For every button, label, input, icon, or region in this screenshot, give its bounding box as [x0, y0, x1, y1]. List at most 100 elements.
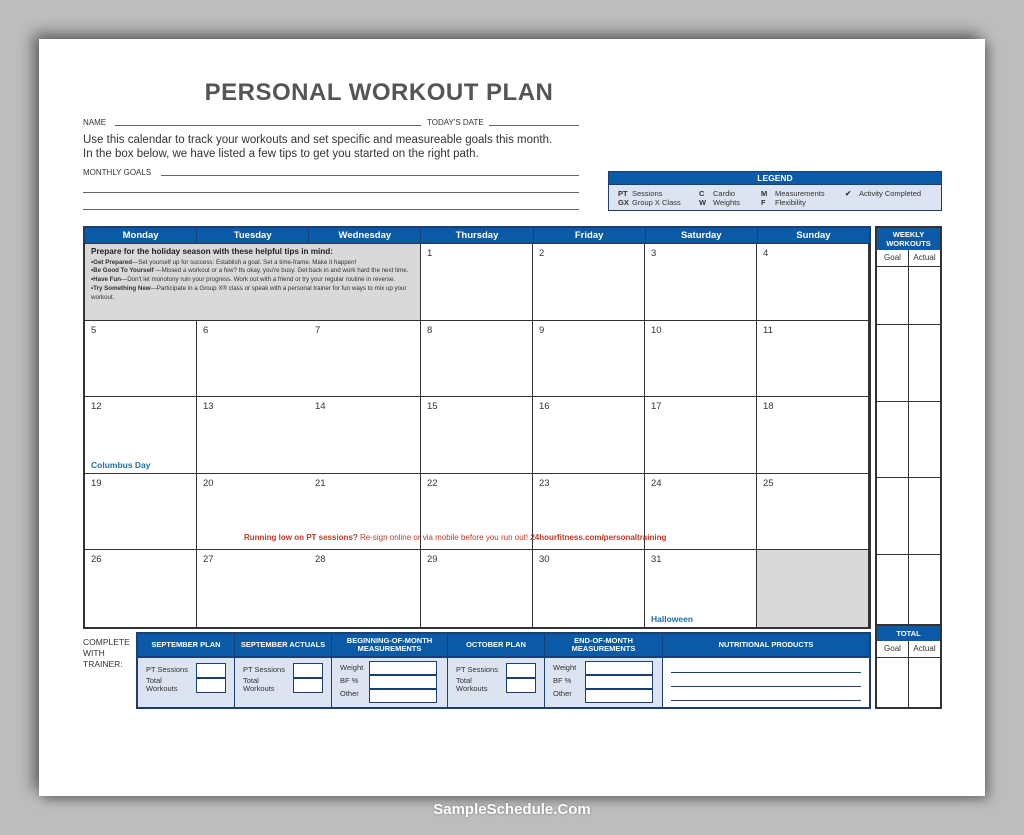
day-cell[interactable]: 5 — [85, 320, 197, 397]
goal-cell[interactable] — [877, 658, 909, 707]
day-header: Sunday — [796, 230, 831, 241]
day-cell[interactable]: 18 — [757, 397, 869, 474]
total-title: TOTAL — [877, 626, 940, 641]
day-cell[interactable]: 3 — [645, 244, 757, 321]
day-cell[interactable]: 10 — [645, 320, 757, 397]
day-number: 29 — [427, 554, 438, 565]
day-number: 10 — [651, 324, 662, 336]
legend-item: PT Sessions — [618, 189, 663, 198]
actual-cell[interactable] — [909, 478, 940, 554]
monthly-goals-line[interactable] — [83, 192, 579, 193]
day-cell[interactable]: 7 — [309, 320, 421, 397]
day-cell[interactable]: 17 — [645, 397, 757, 474]
intro-line: Use this calendar to track your workouts… — [83, 134, 553, 146]
nutrition-line[interactable] — [671, 700, 861, 701]
holiday-label: Columbus Day — [91, 459, 151, 470]
watermark: SampleSchedule.Com — [433, 801, 591, 818]
total-table: TOTAL Goal Actual — [875, 624, 942, 709]
day-cell[interactable]: 26 — [85, 550, 197, 627]
day-cell[interactable]: 13 — [197, 397, 309, 474]
pt-sessions-input[interactable] — [293, 663, 323, 678]
promo-link[interactable]: 24hourfitness.com/personaltraining — [530, 533, 666, 542]
nutrition-line[interactable] — [671, 672, 861, 673]
monthly-goals-field[interactable] — [161, 175, 579, 176]
day-cell[interactable]: 25 — [757, 473, 869, 550]
pt-sessions-input[interactable] — [196, 663, 226, 678]
day-cell[interactable]: 16 — [533, 397, 645, 474]
day-number: 28 — [315, 554, 326, 565]
weight-input[interactable] — [369, 661, 437, 675]
total-workouts-input[interactable] — [196, 678, 226, 693]
day-cell[interactable]: 15 — [421, 397, 533, 474]
intro-line: In the box below, we have listed a few t… — [83, 147, 479, 160]
nutritional-products: NUTRITIONAL PRODUCTS — [663, 634, 869, 707]
promo-banner: Running low on PT sessions? Re-sign onli… — [244, 533, 667, 542]
actual-cell[interactable] — [909, 325, 940, 401]
weekly-row — [877, 325, 940, 402]
day-cell[interactable]: 9 — [533, 320, 645, 397]
day-cell[interactable]: 31 Halloween — [645, 550, 757, 627]
legend-item: ✔ Activity Completed — [845, 189, 922, 198]
day-number: 2 — [539, 248, 545, 259]
day-cell[interactable]: 27 — [197, 550, 309, 627]
nutrition-line[interactable] — [671, 686, 861, 687]
goal-cell[interactable] — [877, 478, 909, 554]
day-number: 24 — [651, 477, 662, 489]
name-field[interactable] — [115, 125, 421, 126]
weight-input[interactable] — [585, 661, 653, 675]
weekly-title: WEEKLY WORKOUTS — [877, 228, 940, 250]
actual-cell[interactable] — [909, 555, 940, 632]
holiday-label: Halloween — [651, 613, 694, 624]
day-header: Monday — [85, 228, 198, 243]
day-cell[interactable]: 2 — [533, 244, 645, 321]
weekly-row — [877, 401, 940, 478]
goal-cell[interactable] — [877, 554, 909, 631]
goal-cell[interactable] — [877, 267, 909, 324]
day-cell[interactable]: 14 — [309, 397, 421, 474]
tips-heading: Prepare for the holiday season with thes… — [91, 247, 334, 256]
bf-input[interactable] — [585, 675, 653, 689]
day-cell[interactable]: 30 — [533, 550, 645, 627]
day-number: 17 — [651, 401, 662, 412]
legend-item: F Flexibility — [761, 198, 806, 207]
day-cell[interactable]: 1 — [421, 244, 533, 321]
pt-sessions-input[interactable] — [506, 663, 536, 678]
date-label: TODAY'S DATE — [427, 118, 484, 127]
day-number: 26 — [91, 554, 102, 565]
goal-header: Goal — [877, 250, 909, 266]
day-number: 11 — [763, 324, 773, 336]
other-input[interactable] — [585, 689, 653, 703]
goal-cell[interactable] — [877, 401, 909, 477]
day-number: 30 — [539, 554, 550, 565]
day-cell[interactable]: 29 — [421, 550, 533, 627]
date-field[interactable] — [489, 125, 579, 126]
monthly-goals-line[interactable] — [83, 209, 579, 210]
day-cell[interactable]: 6 — [197, 321, 309, 397]
total-workouts-input[interactable] — [506, 678, 536, 693]
legend-item: M Measurements — [761, 189, 825, 198]
goal-cell[interactable] — [877, 325, 909, 401]
tip-item: Be Good To Yourself —Missed a workout or… — [91, 267, 414, 276]
bf-input[interactable] — [369, 675, 437, 689]
end-measurements: END-OF-MONTH MEASUREMENTS Weight BF % Ot… — [545, 634, 663, 707]
checkmark-icon: ✔ — [845, 189, 852, 198]
day-cell[interactable]: 4 — [757, 244, 869, 321]
tip-item: Have Fun—Don't let monotony ruin your pr… — [91, 276, 414, 285]
day-cell[interactable]: 28 — [309, 550, 421, 627]
actual-cell[interactable] — [909, 267, 940, 324]
day-cell[interactable]: 8 — [421, 320, 533, 397]
legend-item: GX Group X Class — [618, 198, 681, 207]
actual-cell[interactable] — [909, 658, 940, 707]
day-cell[interactable]: 11 — [757, 320, 869, 397]
day-number: 15 — [427, 401, 438, 412]
day-number: 18 — [763, 401, 774, 412]
day-number: 13 — [203, 401, 214, 412]
actual-cell[interactable] — [909, 402, 940, 478]
total-workouts-input[interactable] — [293, 678, 323, 693]
beginning-measurements: BEGINNING-OF-MONTH MEASUREMENTS Weight B… — [332, 634, 448, 707]
day-number: 4 — [763, 248, 769, 259]
day-cell[interactable]: 19 — [85, 473, 197, 550]
day-cell[interactable]: 12 Columbus Day — [85, 397, 197, 474]
other-input[interactable] — [369, 689, 437, 703]
day-number: 5 — [91, 324, 97, 336]
